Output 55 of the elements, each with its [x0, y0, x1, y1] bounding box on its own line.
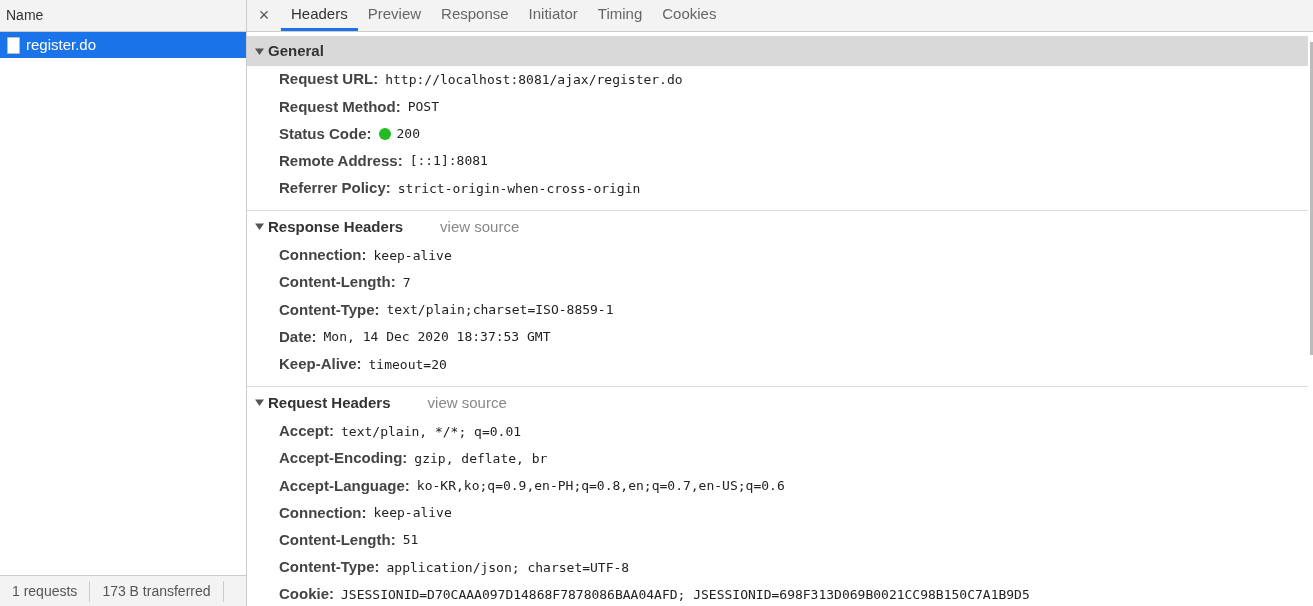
header-name: Keep-Alive:	[279, 354, 362, 375]
scrollbar-thumb[interactable]	[1310, 42, 1313, 355]
header-name: Content-Length:	[279, 272, 396, 293]
header-name: Request Method:	[279, 96, 401, 117]
header-name: Content-Type:	[279, 557, 380, 578]
section-header[interactable]: Request Headers view source	[247, 387, 1308, 418]
header-name: Accept-Encoding:	[279, 448, 408, 469]
view-source-link[interactable]: view source	[440, 215, 520, 239]
header-name: Content-Length:	[279, 529, 396, 550]
header-name: Cookie:	[279, 584, 334, 605]
header-value: text/plain, */*; q=0.01	[341, 422, 522, 441]
header-value: strict-origin-when-cross-origin	[397, 179, 641, 198]
header-value: text/plain;charset=ISO-8859-1	[386, 301, 614, 320]
triangle-icon	[255, 222, 264, 232]
header-value: [::1]:8081	[409, 152, 488, 171]
request-row[interactable]: register.do	[0, 32, 246, 58]
file-icon	[7, 36, 20, 54]
header-value: 7	[402, 273, 411, 292]
status-text: 173 B transferred	[90, 580, 224, 602]
header-name: Connection:	[279, 245, 367, 266]
view-source-link[interactable]: view source	[427, 391, 507, 415]
header-name: Status Code:	[279, 123, 372, 144]
header-value: ko-KR,ko;q=0.9,en-PH;q=0.8,en;q=0.7,en-US;q=0.6	[416, 477, 785, 496]
header-name: Date:	[279, 326, 317, 347]
tab[interactable]: Preview	[357, 0, 432, 31]
header-value: 51	[402, 531, 419, 550]
header-name: Referrer Policy:	[279, 178, 391, 199]
header-value: keep-alive	[373, 504, 452, 523]
tab[interactable]: Response	[431, 0, 519, 31]
tab[interactable]: Initiator	[518, 0, 588, 31]
status-text: 1 requests	[0, 580, 91, 602]
header-value: application/json; charset=UTF-8	[386, 558, 630, 577]
header-value: Mon, 14 Dec 2020 18:37:53 GMT	[323, 328, 551, 347]
triangle-icon	[255, 398, 264, 408]
header-value: 200	[396, 125, 420, 144]
triangle-icon	[255, 46, 264, 56]
close-button[interactable]: ×	[247, 0, 281, 31]
header-value: POST	[407, 98, 439, 117]
header-value: JSESSIONID=D70CAAA097D14868F7878086BAA04AFD; JSESSIONID=698F313D069B0021CC98B150C7A1B9D5	[341, 585, 1030, 604]
header-value: http://localhost:8081/ajax/register.do	[385, 70, 683, 89]
header-value: keep-alive	[373, 246, 452, 265]
tab[interactable]: Timing	[587, 0, 653, 31]
section-header[interactable]: General	[247, 36, 1308, 66]
header-name: Accept-Language:	[279, 475, 410, 496]
section-header[interactable]: Response Headers view source	[247, 211, 1308, 242]
header-name: Accept:	[279, 421, 334, 442]
tab[interactable]: Headers	[281, 0, 358, 31]
header-value: gzip, deflate, br	[414, 449, 548, 468]
column-header[interactable]: Name	[6, 5, 44, 26]
header-name: Content-Type:	[279, 299, 380, 320]
header-name: Remote Address:	[279, 150, 403, 171]
header-value: timeout=20	[368, 355, 447, 374]
tab[interactable]: Cookies	[652, 0, 727, 31]
header-name: Connection:	[279, 502, 367, 523]
header-name: Request URL:	[279, 69, 379, 90]
